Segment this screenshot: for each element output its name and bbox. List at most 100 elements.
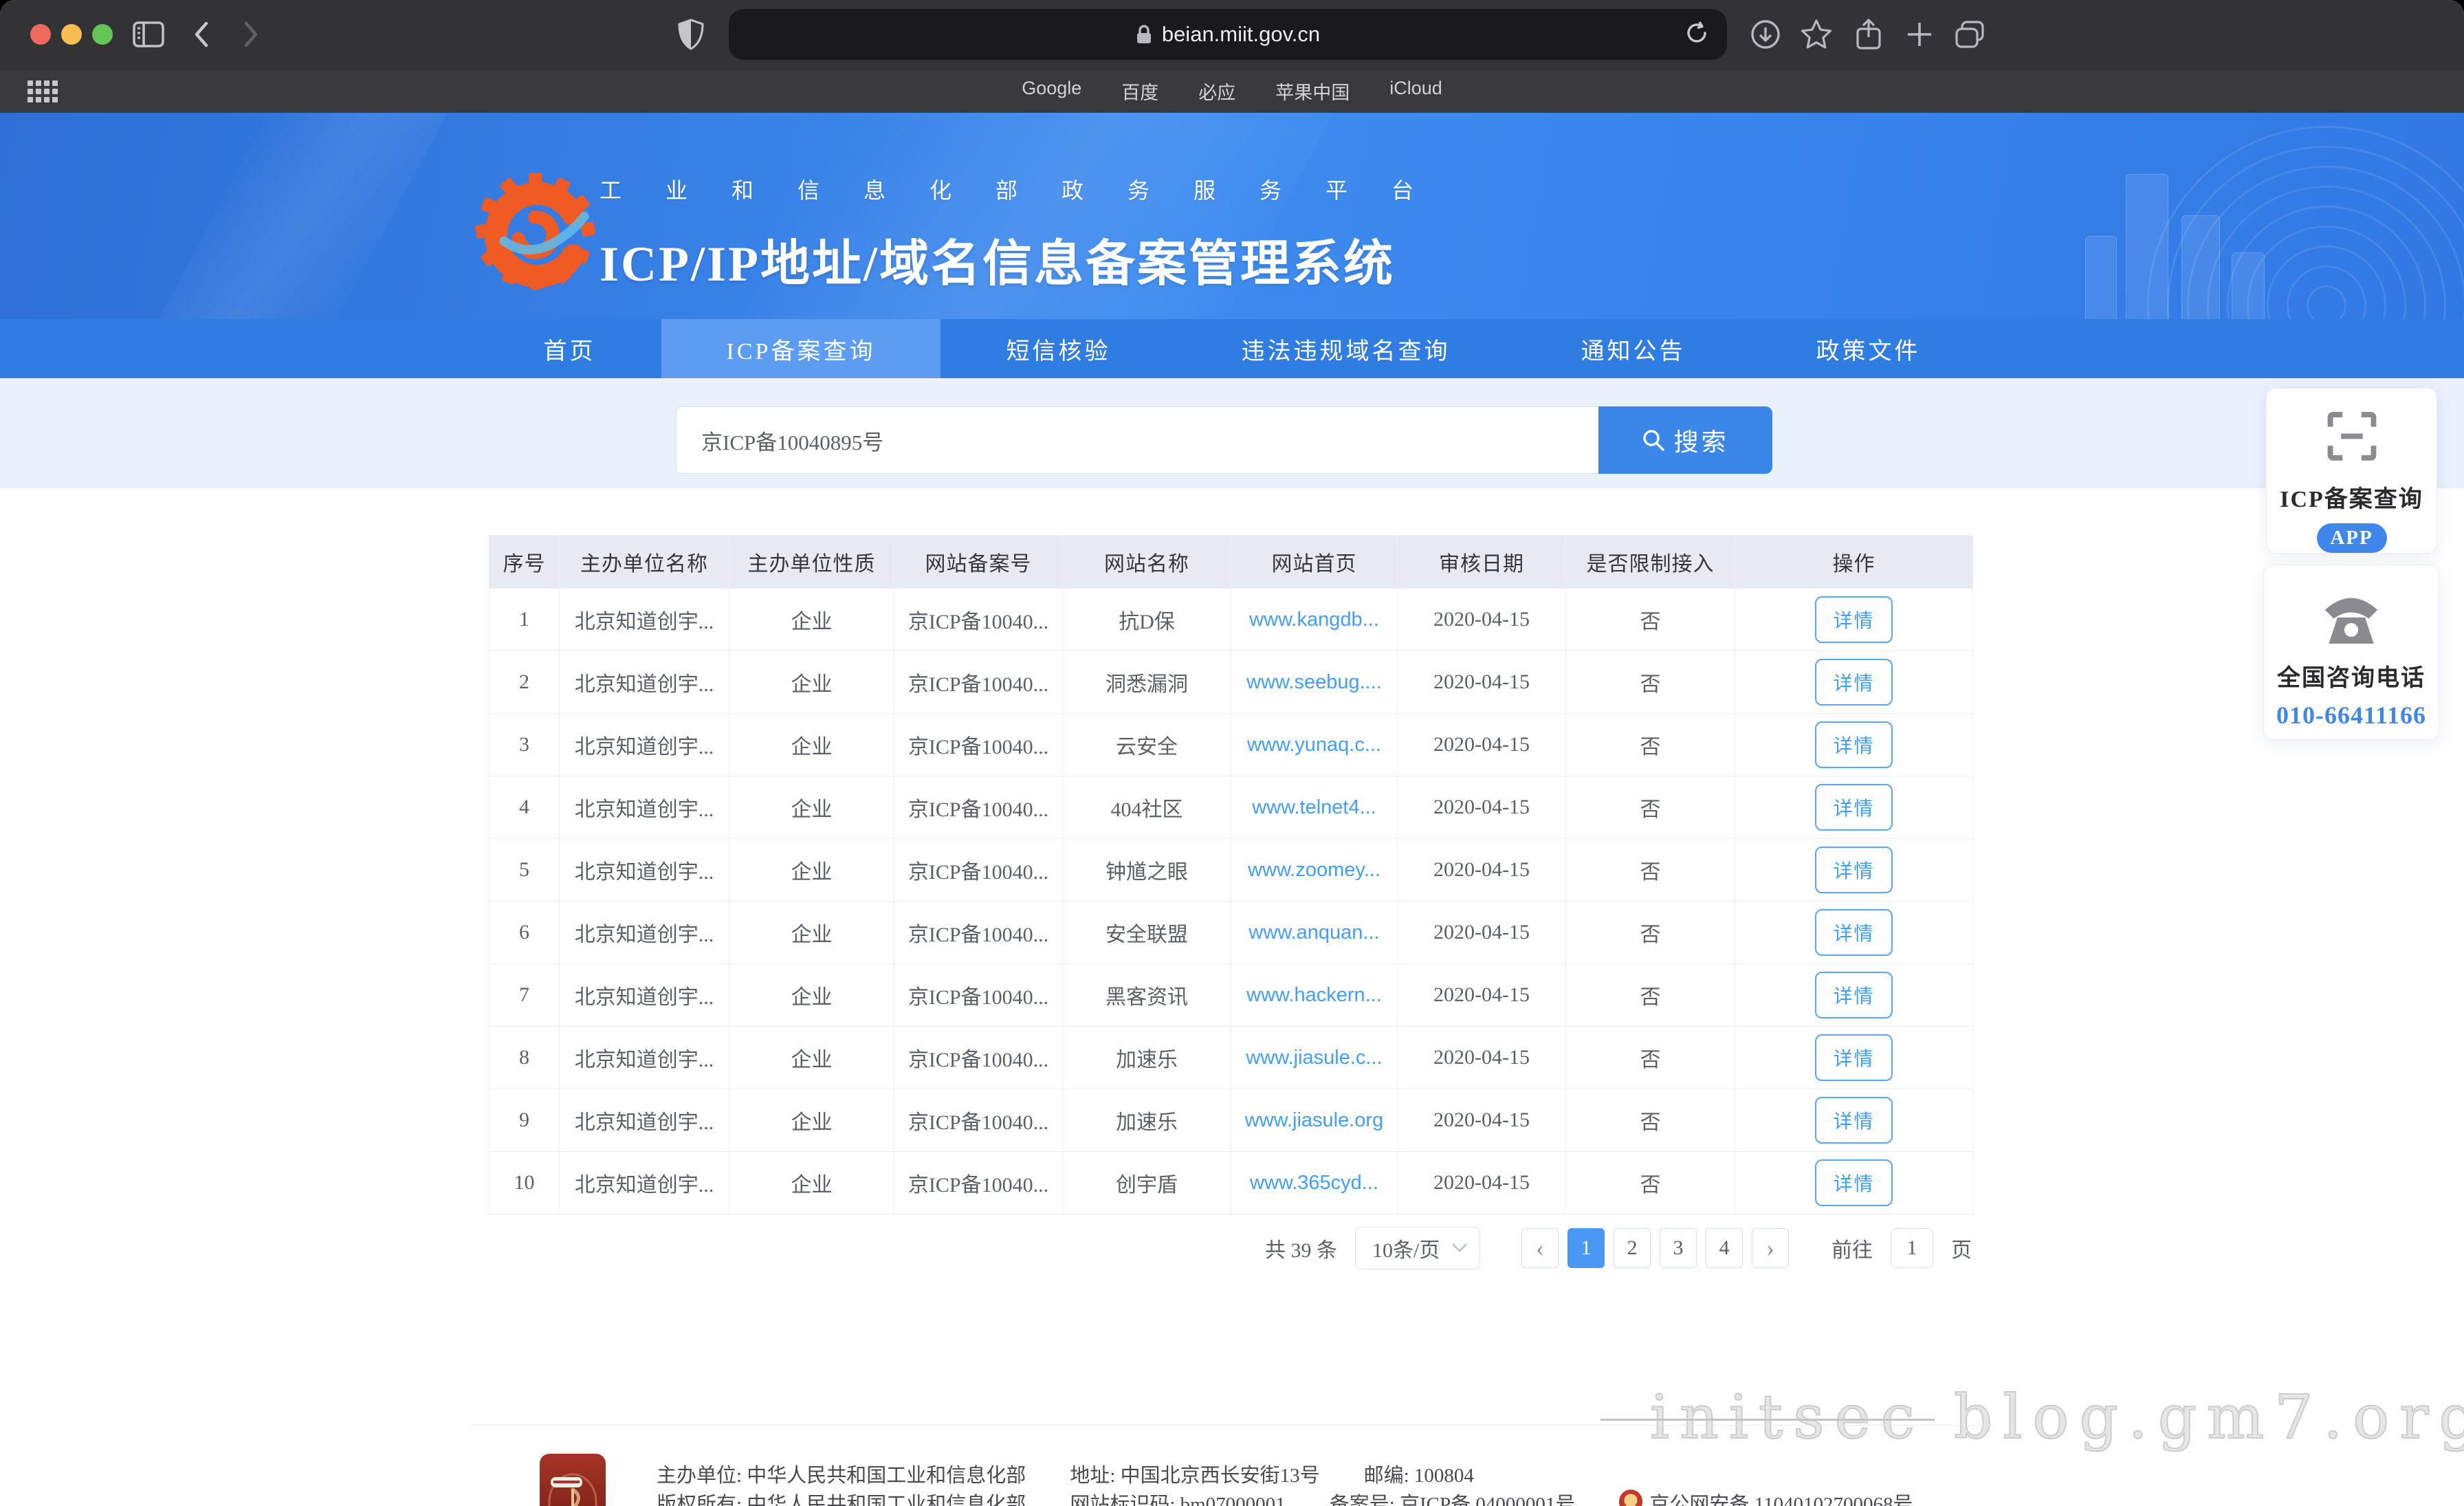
app-badge[interactable]: APP — [2316, 523, 2387, 553]
nav-item[interactable]: 首页 — [478, 319, 661, 378]
goto-page-input[interactable] — [1891, 1228, 1933, 1268]
cell-audit-date: 2020-04-15 — [1398, 839, 1566, 901]
bookmark-item[interactable]: 百度 — [1121, 78, 1158, 105]
cell-org-type: 企业 — [729, 714, 894, 776]
site-link[interactable]: www.anquan... — [1248, 921, 1379, 944]
detail-button[interactable]: 详情 — [1815, 1159, 1893, 1206]
footer-text-value: 网站标识码: bm07000001 — [1070, 1494, 1286, 1506]
cell-audit-date: 2020-04-15 — [1398, 714, 1566, 776]
bookmark-item[interactable]: Google — [1022, 78, 1081, 105]
cell-action: 详情 — [1735, 589, 1972, 651]
favorites-grid-icon[interactable] — [28, 80, 58, 102]
cell-action: 详情 — [1735, 1027, 1972, 1089]
site-link[interactable]: www.jiasule.org — [1245, 1109, 1383, 1132]
detail-button[interactable]: 详情 — [1815, 596, 1893, 643]
footer-divider — [472, 1425, 1994, 1426]
column-header: 是否限制接入 — [1566, 536, 1735, 588]
nav-item[interactable]: 违法违规域名查询 — [1176, 319, 1515, 378]
next-page-button[interactable]: › — [1752, 1228, 1789, 1268]
site-link[interactable]: www.telnet4... — [1252, 796, 1376, 819]
table-row: 10 北京知道创宇... 企业 京ICP备10040... 创宇盾 www.365cyd.… — [490, 1151, 1972, 1214]
detail-button[interactable]: 详情 — [1815, 972, 1893, 1018]
site-link[interactable]: www.hackern... — [1246, 984, 1382, 1007]
cell-site-name: 加速乐 — [1063, 1027, 1231, 1089]
site-link[interactable]: www.yunaq.c... — [1247, 734, 1381, 756]
cell-org-name: 北京知道创宇... — [560, 589, 729, 651]
search-icon — [1643, 430, 1665, 451]
site-link[interactable]: www.zoomey... — [1248, 859, 1380, 882]
site-link[interactable]: www.kangdb... — [1249, 609, 1379, 631]
page-size-select[interactable]: 10条/页 — [1355, 1227, 1480, 1269]
cell-org-name: 北京知道创宇... — [560, 902, 729, 963]
page-button[interactable]: 2 — [1614, 1228, 1651, 1268]
page-button[interactable]: 1 — [1568, 1228, 1605, 1268]
cell-seq: 5 — [490, 839, 560, 901]
cell-restricted: 否 — [1566, 839, 1735, 901]
detail-button[interactable]: 详情 — [1815, 1097, 1893, 1144]
url-bar[interactable]: beian.miit.gov.cn — [729, 9, 1727, 60]
tab-overview-icon[interactable] — [1950, 0, 1991, 69]
back-button[interactable] — [184, 0, 219, 69]
page-button[interactable]: 4 — [1706, 1228, 1743, 1268]
detail-button[interactable]: 详情 — [1815, 784, 1893, 831]
cell-action: 详情 — [1735, 839, 1972, 901]
bookmark-item[interactable]: iCloud — [1389, 78, 1442, 105]
cell-action: 详情 — [1735, 651, 1972, 713]
cell-site-name: 抗D保 — [1063, 589, 1231, 651]
cell-site-name: 加速乐 — [1063, 1089, 1231, 1151]
header-decoration — [129, 113, 462, 319]
column-header: 操作 — [1832, 553, 1876, 576]
cell-org-name: 北京知道创宇... — [560, 651, 729, 713]
column-header: 网站首页 — [1231, 536, 1398, 588]
hotline-number[interactable]: 010-66411166 — [2276, 701, 2426, 730]
bookmark-item[interactable]: 必应 — [1198, 78, 1235, 105]
reload-icon[interactable] — [1684, 19, 1709, 52]
cell-seq: 10 — [490, 1152, 560, 1214]
cell-license: 京ICP备10040... — [894, 902, 1063, 963]
pager: ‹ 1 2 3 4 › — [1521, 1228, 1789, 1268]
page-size-value: 10条/页 — [1372, 1239, 1440, 1262]
footer-text: 邮编: 100804 — [1363, 1465, 1474, 1487]
new-tab-icon[interactable] — [1900, 0, 1939, 69]
cell-seq: 4 — [490, 776, 560, 838]
detail-button[interactable]: 详情 — [1815, 909, 1893, 956]
page-button[interactable]: 3 — [1660, 1228, 1697, 1268]
search-input[interactable] — [676, 406, 1598, 474]
cell-seq: 2 — [490, 651, 560, 713]
nav-item[interactable]: 政策文件 — [1750, 319, 1986, 378]
watermark-word: initsec — [1649, 1381, 1925, 1453]
cell-org-type: 企业 — [729, 902, 894, 963]
share-icon[interactable] — [1849, 0, 1888, 69]
footer-line-1: 主办单位: 中华人民共和国工业和信息化部 地址: 中国北京西长安街13号 邮编: 1… — [657, 1459, 1474, 1488]
cell-action: 详情 — [1735, 1152, 1972, 1214]
privacy-shield-icon[interactable] — [670, 0, 712, 69]
hotline-title: 全国咨询电话 — [2277, 666, 2426, 691]
bookmark-star-icon[interactable] — [1797, 0, 1836, 69]
bookmarks-bar: Google 百度 必应 苹果中国 iCloud — [0, 69, 2464, 113]
detail-button[interactable]: 详情 — [1815, 847, 1893, 893]
detail-button[interactable]: 详情 — [1815, 1034, 1893, 1081]
bookmark-item[interactable]: 苹果中国 — [1275, 78, 1350, 105]
nav-item[interactable]: ICP备案查询 — [661, 319, 941, 378]
site-link[interactable]: www.365cyd... — [1250, 1172, 1378, 1194]
table-row: 6 北京知道创宇... 企业 京ICP备10040... 安全联盟 www.anquan.… — [490, 901, 1972, 963]
table-row: 3 北京知道创宇... 企业 京ICP备10040... 云安全 www.yunaq.c.… — [490, 713, 1972, 776]
sidebar-icon[interactable] — [128, 0, 169, 69]
nav-item[interactable]: 短信核验 — [940, 319, 1176, 378]
zoom-window-button[interactable] — [92, 24, 113, 45]
minimize-window-button[interactable] — [61, 24, 82, 45]
cell-license: 京ICP备10040... — [894, 776, 1063, 838]
detail-button[interactable]: 详情 — [1815, 659, 1893, 706]
nav-item[interactable]: 通知公告 — [1515, 319, 1750, 378]
downloads-icon[interactable] — [1746, 0, 1785, 69]
hotline-card: 全国咨询电话 010-66411166 — [2263, 565, 2439, 740]
search-button[interactable]: 搜索 — [1598, 406, 1772, 474]
detail-button[interactable]: 详情 — [1815, 721, 1893, 768]
prev-page-button[interactable]: ‹ — [1521, 1228, 1559, 1268]
site-link[interactable]: www.jiasule.c... — [1246, 1047, 1382, 1069]
site-link[interactable]: www.seebug.... — [1246, 671, 1382, 694]
close-window-button[interactable] — [30, 24, 51, 45]
cell-restricted: 否 — [1566, 714, 1735, 776]
cell-org-name: 北京知道创宇... — [560, 714, 729, 776]
forward-button[interactable] — [234, 0, 268, 69]
